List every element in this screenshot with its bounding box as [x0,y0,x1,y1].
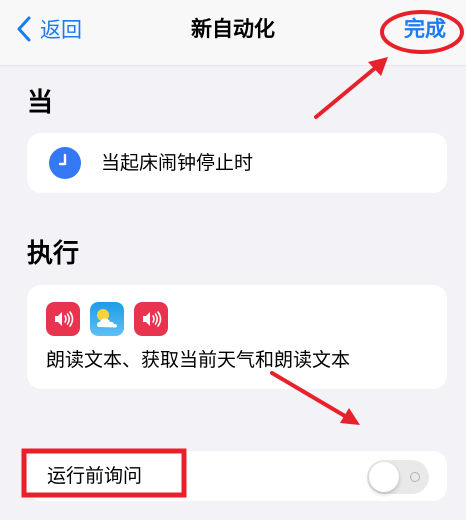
toggle-off-indicator-icon [410,472,420,482]
speaker-icon [134,302,168,336]
ask-before-running-row: 运行前询问 [27,451,447,501]
action-icons [46,302,168,336]
speaker-icon [46,302,80,336]
weather-icon [90,302,124,336]
when-heading: 当 [27,88,54,118]
trigger-label: 当起床闹钟停止时 [101,152,254,174]
actions-row[interactable]: 朗读文本、获取当前天气和朗读文本 [27,285,447,389]
annotation-arrow-top [314,57,388,119]
ask-before-running-label: 运行前询问 [47,465,143,487]
actions-summary: 朗读文本、获取当前天气和朗读文本 [46,349,351,371]
trigger-row[interactable]: 当起床闹钟停止时 [27,133,447,193]
navigation-bar: 返回 新自动化 完成 [0,0,466,66]
page-title: 新自动化 [191,17,275,41]
do-heading: 执行 [27,239,80,269]
clock-icon [49,147,81,179]
done-button[interactable]: 完成 [404,14,446,44]
toggle-knob [369,462,399,492]
ask-before-running-toggle[interactable] [367,460,429,494]
